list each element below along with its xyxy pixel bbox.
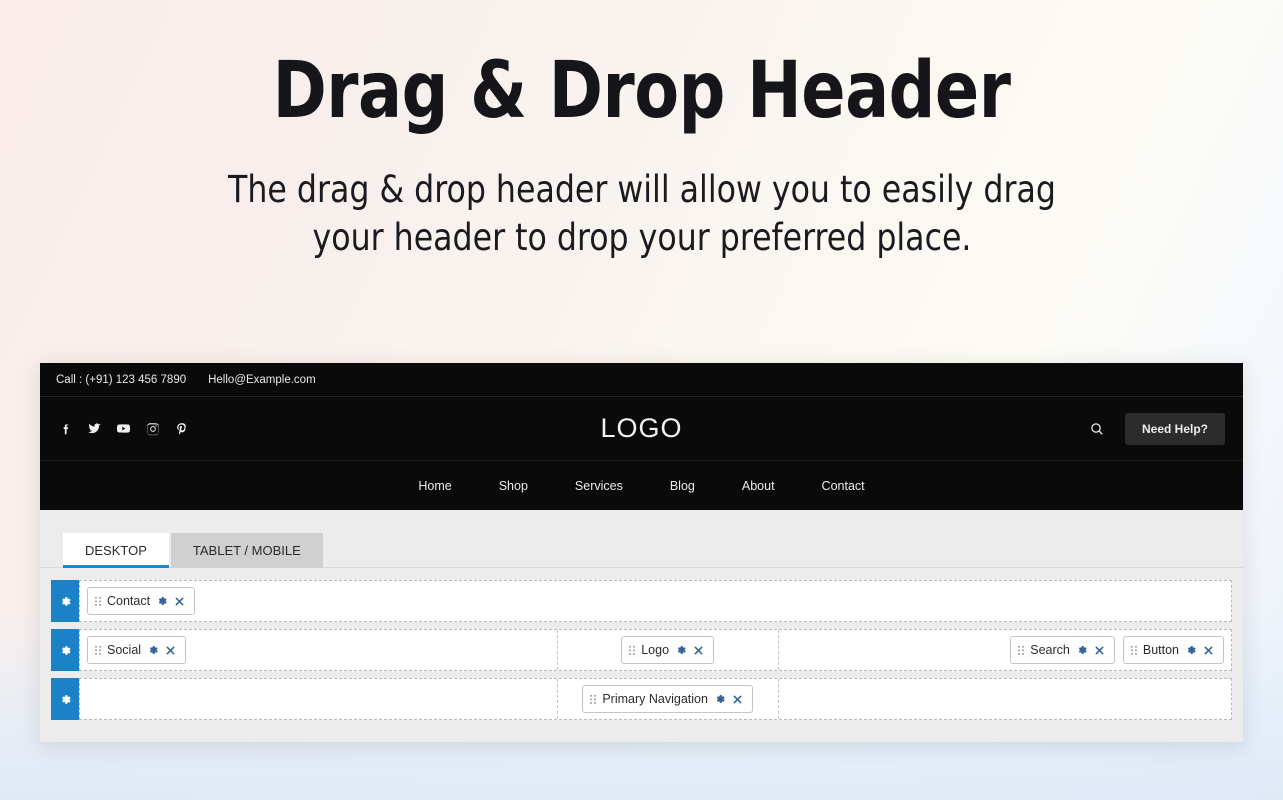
twitter-icon[interactable] [87,421,102,436]
widget-label: Logo [641,643,670,657]
row-settings-gear-icon[interactable] [51,678,79,720]
widget-close-icon[interactable] [693,645,704,656]
builder-canvas: Contact Social Logo Search Button Primar… [40,568,1243,742]
row-columns: Primary Navigation [79,678,1232,720]
widget-label: Contact [107,594,151,608]
widget-label: Primary Navigation [602,692,708,706]
builder-row[interactable]: Contact [51,580,1232,622]
header-topbar: Call : (+91) 123 456 7890 Hello@Example.… [40,363,1243,397]
widget-close-icon[interactable] [174,596,185,607]
widget-close-icon[interactable] [165,645,176,656]
drag-handle-icon[interactable] [590,693,597,705]
header-navbar: Home Shop Services Blog About Contact [40,460,1243,510]
youtube-icon[interactable] [116,421,131,436]
drag-handle-icon[interactable] [629,644,636,656]
hero-section: Drag & Drop Header The drag & drop heade… [0,0,1283,262]
widget-chip-social[interactable]: Social [87,636,187,664]
topbar-email[interactable]: Hello@Example.com [208,374,316,386]
builder-column[interactable]: Primary Navigation [558,679,779,719]
header-bar-right: Need Help? [1089,412,1225,445]
widget-chip-button[interactable]: Button [1122,636,1224,664]
header-builder-window: Call : (+91) 123 456 7890 Hello@Example.… [40,363,1243,742]
widget-chip-search[interactable]: Search [1010,636,1115,664]
social-icon-list [58,421,189,436]
page-subtitle: The drag & drop header will allow you to… [227,168,1056,260]
facebook-icon[interactable] [58,421,73,436]
drag-handle-icon[interactable] [95,644,101,656]
nav-item-about[interactable]: About [742,479,775,493]
drag-handle-icon[interactable] [95,595,101,607]
widget-close-icon[interactable] [1094,645,1105,656]
widget-chip-logo[interactable]: Logo [621,636,715,664]
builder-row[interactable]: Social Logo Search Button [51,629,1232,671]
nav-item-services[interactable]: Services [575,479,623,493]
need-help-button[interactable]: Need Help? [1124,412,1225,445]
row-columns: Social Logo Search Button [79,629,1232,671]
widget-gear-icon[interactable] [675,644,687,656]
widget-label: Search [1030,643,1070,657]
header-logo[interactable]: LOGO [40,413,1243,444]
widget-gear-icon[interactable] [714,693,726,705]
builder-column[interactable]: Contact [80,581,1231,621]
row-columns: Contact [79,580,1232,622]
widget-close-icon[interactable] [1203,645,1214,656]
widget-close-icon[interactable] [732,694,743,705]
widget-gear-icon[interactable] [156,595,168,607]
topbar-phone[interactable]: Call : (+91) 123 456 7890 [56,374,186,386]
builder-column[interactable]: Social [80,630,558,670]
row-settings-gear-icon[interactable] [51,629,79,671]
row-settings-gear-icon[interactable] [51,580,79,622]
tab-desktop[interactable]: DESKTOP [63,533,169,568]
nav-item-contact[interactable]: Contact [822,479,865,493]
nav-item-blog[interactable]: Blog [670,479,695,493]
builder-column[interactable]: Logo [558,630,779,670]
widget-gear-icon[interactable] [147,644,159,656]
search-icon[interactable] [1089,421,1105,437]
page-title: Drag & Drop Header [272,46,1011,136]
drag-handle-icon[interactable] [1018,644,1025,656]
widget-label: Button [1142,643,1179,657]
pinterest-icon[interactable] [174,421,189,436]
builder-column[interactable]: Search Button [779,630,1231,670]
widget-gear-icon[interactable] [1185,644,1197,656]
builder-column[interactable] [779,679,1231,719]
header-mainbar: LOGO Need Help? [40,397,1243,460]
drag-handle-icon[interactable] [1130,644,1137,656]
device-tab-strip: DESKTOP TABLET / MOBILE [40,510,1243,568]
widget-chip-primary-navigation[interactable]: Primary Navigation [582,685,753,713]
builder-row[interactable]: Primary Navigation [51,678,1232,720]
nav-item-shop[interactable]: Shop [499,479,528,493]
widget-gear-icon[interactable] [1076,644,1088,656]
builder-column[interactable] [80,679,558,719]
page-root: Drag & Drop Header The drag & drop heade… [0,0,1283,800]
instagram-icon[interactable] [145,421,160,436]
nav-item-home[interactable]: Home [418,479,451,493]
tab-tablet-mobile[interactable]: TABLET / MOBILE [170,533,323,568]
widget-chip-contact[interactable]: Contact [87,587,196,615]
widget-label: Social [107,643,142,657]
